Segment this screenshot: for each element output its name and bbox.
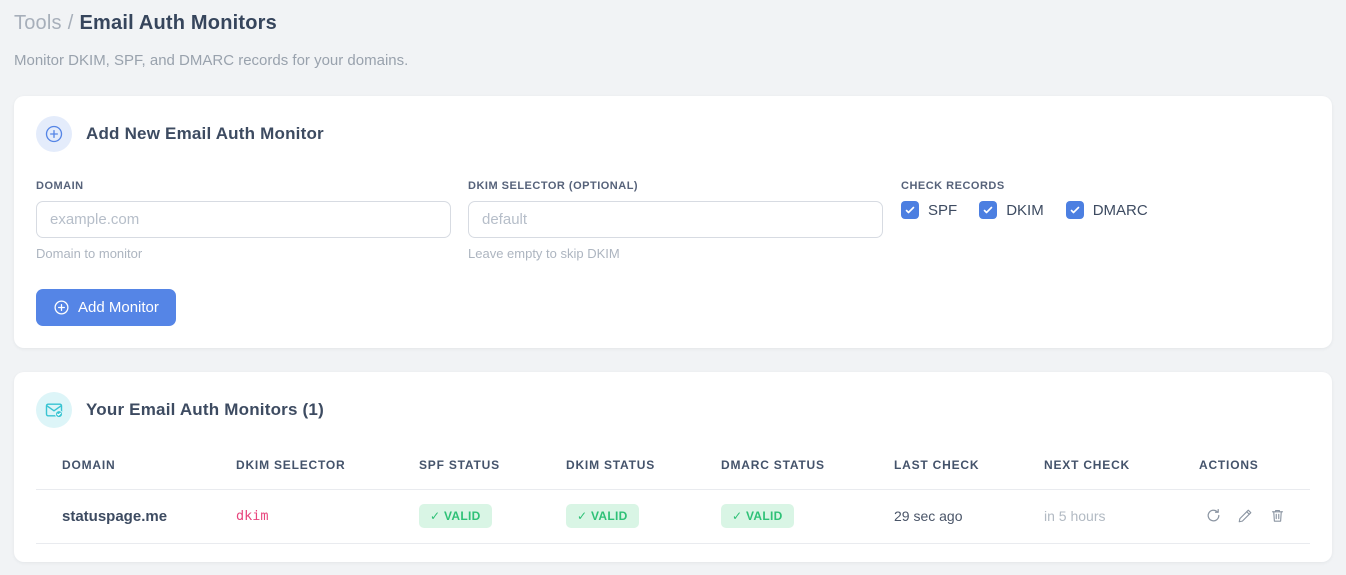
dmarc-checkbox-label: DMARC xyxy=(1092,201,1148,219)
domain-input[interactable] xyxy=(36,201,451,238)
add-monitor-card-title: Add New Email Auth Monitor xyxy=(86,124,324,143)
col-header-last-check: LAST CHECK xyxy=(894,458,980,472)
domain-helper-text: Domain to monitor xyxy=(36,246,143,261)
add-monitor-card: Add New Email Auth Monitor DOMAIN Domain… xyxy=(14,96,1332,348)
page-subtitle: Monitor DKIM, SPF, and DMARC records for… xyxy=(14,52,409,69)
monitor-domain: statuspage.me xyxy=(36,489,210,544)
dkim-checkbox-checked-icon xyxy=(979,201,998,219)
page-title: Email Auth Monitors xyxy=(79,12,277,34)
dkim-selector-label: DKIM SELECTOR (OPTIONAL) xyxy=(468,180,639,192)
edit-button[interactable] xyxy=(1238,508,1253,523)
add-monitor-card-header: Add New Email Auth Monitor xyxy=(36,116,1310,152)
table-header-row: DOMAIN DKIM SELECTOR SPF STATUS DKIM STA… xyxy=(36,446,1310,490)
plus-circle-icon xyxy=(53,299,70,316)
monitors-table: DOMAIN DKIM SELECTOR SPF STATUS DKIM STA… xyxy=(36,446,1310,544)
check-records-options: SPF DKIM DMARC xyxy=(901,201,1148,219)
breadcrumb-tools-link[interactable]: Tools xyxy=(14,12,62,34)
table-row: statuspage.me dkim ✓ VALID ✓ VALID ✓ VAL… xyxy=(36,489,1310,544)
col-header-dkim-status: DKIM STATUS xyxy=(566,458,656,472)
spf-status-badge: ✓ VALID xyxy=(419,504,492,528)
check-records-label: CHECK RECORDS xyxy=(901,180,1005,192)
breadcrumb: Tools / Email Auth Monitors xyxy=(14,10,1332,35)
delete-button[interactable] xyxy=(1270,508,1285,523)
refresh-icon xyxy=(1206,508,1221,523)
trash-icon xyxy=(1270,508,1285,523)
check-records-group: CHECK RECORDS SPF DKIM DMARC xyxy=(901,180,1148,261)
monitors-card-header: Your Email Auth Monitors (1) xyxy=(36,392,1310,428)
monitors-card-title: Your Email Auth Monitors (1) xyxy=(86,400,324,419)
col-header-next-check: NEXT CHECK xyxy=(1044,458,1131,472)
dkim-status-badge: ✓ VALID xyxy=(566,504,639,528)
plus-circle-icon xyxy=(36,116,72,152)
refresh-button[interactable] xyxy=(1206,508,1221,523)
dmarc-status-badge: ✓ VALID xyxy=(721,504,794,528)
domain-field-group: DOMAIN Domain to monitor xyxy=(36,180,451,261)
add-monitor-form: DOMAIN Domain to monitor DKIM SELECTOR (… xyxy=(36,180,1310,261)
domain-label: DOMAIN xyxy=(36,180,84,192)
spf-checkbox-label: SPF xyxy=(928,201,958,219)
col-header-domain: DOMAIN xyxy=(62,458,116,472)
spf-checkbox-checked-icon xyxy=(901,201,919,219)
col-header-dmarc-status: DMARC STATUS xyxy=(721,458,825,472)
dkim-selector-field-group: DKIM SELECTOR (OPTIONAL) Leave empty to … xyxy=(468,180,883,261)
spf-checkbox[interactable]: SPF xyxy=(901,201,957,219)
dkim-checkbox[interactable]: DKIM xyxy=(979,201,1044,219)
dkim-checkbox-label: DKIM xyxy=(1006,201,1044,219)
monitor-spf-status-cell: ✓ VALID xyxy=(393,489,540,544)
monitor-next-check: in 5 hours xyxy=(1018,489,1173,544)
pencil-icon xyxy=(1238,508,1253,523)
breadcrumb-separator: / xyxy=(67,12,74,34)
dmarc-checkbox-checked-icon xyxy=(1065,201,1084,219)
email-auth-monitors-page: Tools / Email Auth Monitors Monitor DKIM, … xyxy=(0,0,1346,562)
monitors-card: Your Email Auth Monitors (1) DOMAIN DKIM… xyxy=(14,372,1332,562)
col-header-spf-status: SPF STATUS xyxy=(419,458,500,472)
monitor-dmarc-status-cell: ✓ VALID xyxy=(695,489,868,544)
email-check-icon xyxy=(36,392,72,428)
dmarc-checkbox[interactable]: DMARC xyxy=(1065,201,1148,219)
monitor-last-check: 29 sec ago xyxy=(868,489,1018,544)
dkim-selector-input[interactable] xyxy=(468,201,883,238)
add-monitor-button[interactable]: Add Monitor xyxy=(36,289,176,326)
monitor-dkim-status-cell: ✓ VALID xyxy=(540,489,695,544)
col-header-actions: ACTIONS xyxy=(1199,458,1259,472)
add-monitor-button-label: Add Monitor xyxy=(78,299,159,316)
monitor-actions-cell xyxy=(1173,489,1310,544)
monitor-dkim-selector: dkim xyxy=(210,489,393,544)
col-header-dkim-selector: DKIM SELECTOR xyxy=(236,458,346,472)
dkim-selector-helper-text: Leave empty to skip DKIM xyxy=(468,246,620,261)
